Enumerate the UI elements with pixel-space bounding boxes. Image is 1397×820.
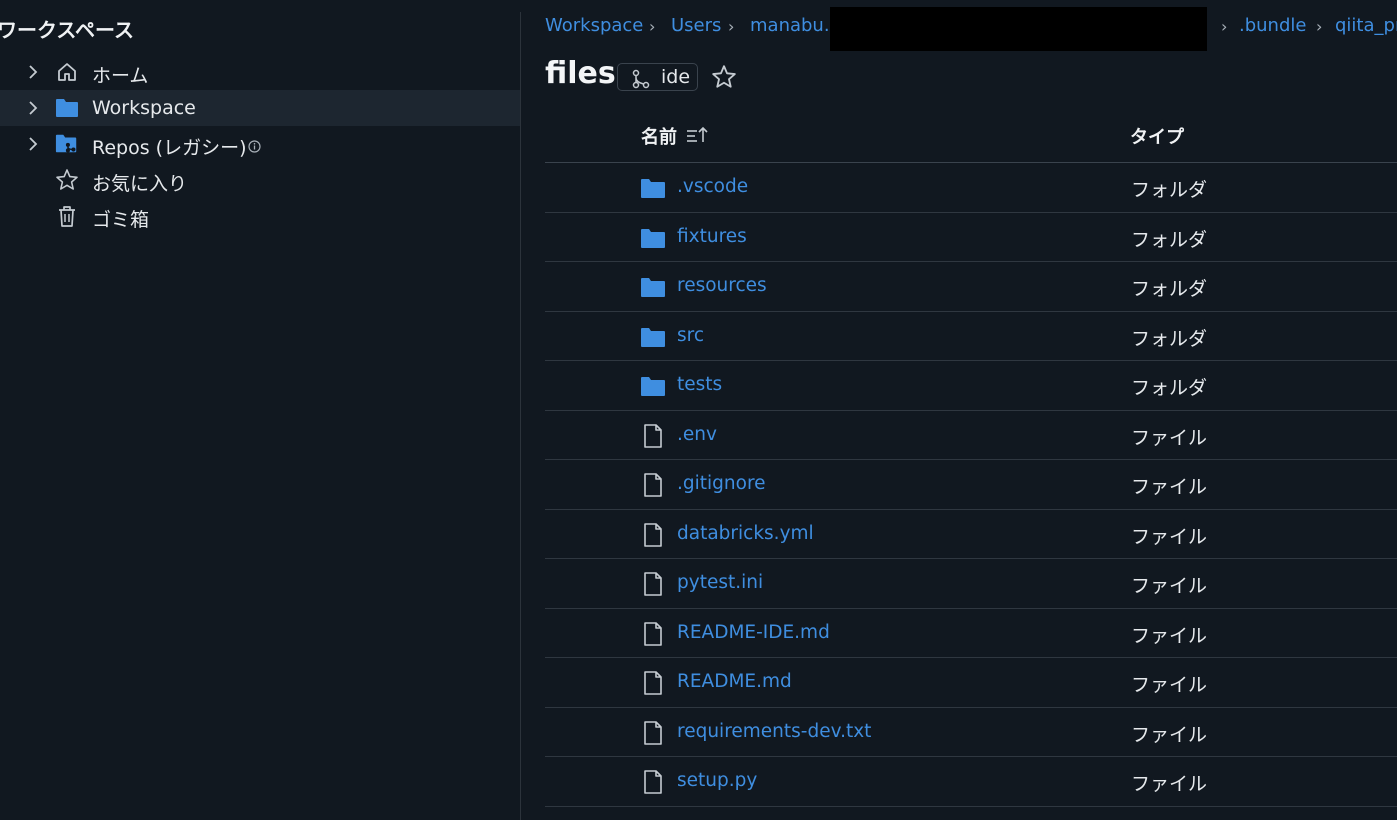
file-type: ファイル <box>1131 773 1208 795</box>
chevron-right-icon[interactable] <box>26 100 40 116</box>
sort-ascending-icon[interactable] <box>686 126 710 148</box>
chevron-right-icon: › <box>1316 17 1323 36</box>
file-icon <box>640 522 666 547</box>
file-name-link[interactable]: .gitignore <box>677 473 766 494</box>
table-header: 名前 タイプ <box>545 112 1397 163</box>
file-type: ファイル <box>1131 674 1208 696</box>
sidebar-item-label: ゴミ箱 <box>92 209 150 231</box>
file-name-link[interactable]: databricks.yml <box>677 523 814 544</box>
breadcrumb-item[interactable]: Users <box>671 15 721 36</box>
chevron-right-icon[interactable] <box>26 64 40 80</box>
redaction-box <box>830 7 1207 51</box>
file-icon <box>640 572 666 596</box>
star-icon[interactable] <box>711 64 737 94</box>
file-name-link[interactable]: setup.py <box>677 770 757 791</box>
file-name-link[interactable]: .env <box>677 424 717 445</box>
file-type: ファイル <box>1131 575 1208 597</box>
file-icon <box>640 770 666 794</box>
breadcrumb-item[interactable]: qiita_pr <box>1335 15 1397 36</box>
sidebar-divider[interactable] <box>520 12 521 820</box>
sidebar-item-label: Workspace <box>92 97 196 119</box>
file-icon <box>640 473 666 497</box>
chevron-right-icon: › <box>649 17 656 36</box>
folder-icon <box>640 374 666 398</box>
table-row[interactable]: resources フォルダ <box>545 262 1397 312</box>
sidebar-item-workspace[interactable]: Workspace <box>0 90 520 126</box>
file-type: ファイル <box>1131 723 1208 746</box>
home-icon <box>55 60 79 84</box>
file-icon <box>640 423 666 448</box>
table-row[interactable]: setup.py ファイル <box>545 757 1397 807</box>
file-type: ファイル <box>1131 426 1208 449</box>
table-row[interactable]: databricks.yml ファイル <box>545 510 1397 559</box>
chevron-right-icon: › <box>728 17 735 36</box>
file-name-link[interactable]: .vscode <box>677 176 748 197</box>
folder-icon <box>640 275 666 299</box>
info-icon[interactable] <box>248 138 261 153</box>
file-type: ファイル <box>1131 476 1208 498</box>
chevron-right-icon: › <box>1221 17 1228 36</box>
main-content: Workspace › Users › manabu.s › .bundle ›… <box>545 0 1397 820</box>
table-row[interactable]: fixtures フォルダ <box>545 213 1397 262</box>
sidebar-item-favorites[interactable]: お気に入り <box>0 162 520 198</box>
breadcrumb-item[interactable]: manabu.s <box>750 15 839 36</box>
column-header-name[interactable]: 名前 <box>641 123 677 149</box>
trash-icon <box>55 204 79 228</box>
file-icon <box>640 621 666 646</box>
file-list: .vscode フォルダ fixtures フォルダ resources フォルダ src フ… <box>545 163 1397 807</box>
folder-icon <box>640 176 666 200</box>
file-type: フォルダ <box>1131 278 1208 300</box>
file-type: フォルダ <box>1131 179 1208 201</box>
file-name-link[interactable]: README.md <box>677 671 792 692</box>
page-title: files <box>545 56 616 91</box>
sidebar-title: ワークスペース <box>0 18 134 42</box>
file-type: フォルダ <box>1131 327 1208 350</box>
folder-icon <box>640 226 666 250</box>
file-type: フォルダ <box>1131 228 1208 251</box>
table-row[interactable]: pytest.ini ファイル <box>545 559 1397 609</box>
table-row[interactable]: README-IDE.md ファイル <box>545 609 1397 658</box>
file-name-link[interactable]: resources <box>677 275 767 296</box>
file-name-link[interactable]: requirements-dev.txt <box>677 721 871 742</box>
table-row[interactable]: tests フォルダ <box>545 361 1397 411</box>
breadcrumb-item[interactable]: Workspace <box>545 15 643 36</box>
file-type: ファイル <box>1131 525 1208 548</box>
table-row[interactable]: .gitignore ファイル <box>545 460 1397 510</box>
file-icon <box>640 720 666 745</box>
file-name-link[interactable]: pytest.ini <box>677 572 763 593</box>
sidebar-item-trash[interactable]: ゴミ箱 <box>0 198 520 234</box>
column-header-type[interactable]: タイプ <box>1130 123 1184 149</box>
file-icon <box>640 671 666 695</box>
table-row[interactable]: .env ファイル <box>545 411 1397 460</box>
star-icon <box>55 168 79 192</box>
sidebar: ワークスペース ホーム Workspace Repos (レガシー) お気に入り… <box>0 0 520 820</box>
file-name-link[interactable]: fixtures <box>677 226 747 247</box>
sidebar-item-label: ホーム <box>92 65 149 87</box>
file-name-link[interactable]: src <box>677 325 704 346</box>
sidebar-item-home[interactable]: ホーム <box>0 54 520 90</box>
sidebar-item-label: お気に入り <box>92 173 188 195</box>
file-type: ファイル <box>1131 624 1208 647</box>
branch-button[interactable]: ide <box>617 63 698 91</box>
table-row[interactable]: requirements-dev.txt ファイル <box>545 708 1397 757</box>
file-name-link[interactable]: README-IDE.md <box>677 622 830 643</box>
table-row[interactable]: .vscode フォルダ <box>545 163 1397 213</box>
table-row[interactable]: README.md ファイル <box>545 658 1397 708</box>
file-type: フォルダ <box>1131 377 1208 399</box>
branch-label: ide <box>661 66 691 88</box>
chevron-right-icon[interactable] <box>26 136 40 152</box>
repos-folder-icon <box>55 132 79 156</box>
file-name-link[interactable]: tests <box>677 374 722 395</box>
folder-icon <box>640 325 666 349</box>
folder-icon <box>55 96 79 120</box>
breadcrumb-item[interactable]: .bundle <box>1239 15 1306 36</box>
sidebar-item-repos[interactable]: Repos (レガシー) <box>0 126 520 162</box>
git-branch-icon <box>631 69 651 93</box>
sidebar-item-label: Repos (レガシー) <box>92 137 247 159</box>
table-row[interactable]: src フォルダ <box>545 312 1397 361</box>
